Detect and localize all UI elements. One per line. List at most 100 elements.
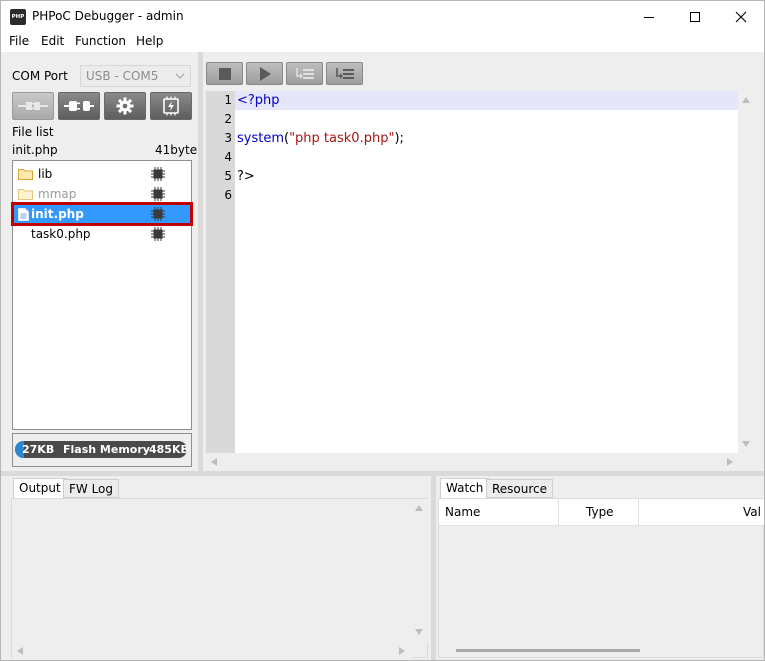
- code-token: system: [237, 131, 284, 146]
- scroll-right-icon[interactable]: [398, 646, 406, 656]
- column-header-type[interactable]: Type: [559, 499, 639, 525]
- flash-used: 27KB: [22, 443, 55, 456]
- chip-icon: [151, 187, 165, 201]
- horizontal-splitter[interactable]: [1, 471, 764, 476]
- code-token: "php task0.php": [289, 131, 395, 146]
- connect-button[interactable]: [12, 92, 54, 120]
- menu-edit[interactable]: Edit: [41, 34, 64, 48]
- code-line: ?>: [237, 167, 255, 186]
- tab-watch[interactable]: Watch: [440, 478, 490, 498]
- selected-file-name: init.php: [12, 143, 58, 157]
- code-token: ?>: [237, 169, 255, 184]
- tree-item-label: task0.php: [31, 227, 91, 241]
- tree-item-label: init.php: [31, 207, 84, 221]
- scroll-left-icon[interactable]: [16, 646, 24, 656]
- folder-icon: [18, 169, 33, 180]
- close-button[interactable]: [718, 1, 764, 32]
- menu-function[interactable]: Function: [75, 34, 126, 48]
- tree-item-mmap[interactable]: mmap: [13, 184, 191, 204]
- vertical-splitter[interactable]: [198, 52, 203, 471]
- stop-icon: [218, 67, 231, 80]
- line-number: 5: [224, 169, 232, 183]
- code-editor[interactable]: 1 2 3 4 5 6 <?php system("php task0.php")…: [206, 91, 738, 453]
- scroll-up-icon[interactable]: [414, 504, 424, 512]
- scroll-down-icon[interactable]: [414, 628, 424, 636]
- tab-resource[interactable]: Resource: [486, 479, 554, 498]
- minimize-button[interactable]: [626, 1, 672, 32]
- step-over-button[interactable]: [286, 62, 323, 85]
- menu-bar: File Edit Function Help: [1, 32, 764, 52]
- code-token: );: [394, 131, 404, 146]
- column-header-value[interactable]: Val: [639, 499, 764, 525]
- chip-icon: [151, 207, 165, 221]
- play-icon: [259, 66, 271, 81]
- title-bar[interactable]: PHP PHPoC Debugger - admin: [1, 1, 764, 32]
- flash-label: Flash Memory: [63, 443, 150, 456]
- tree-item-task0-php[interactable]: task0.php: [13, 224, 191, 244]
- maximize-button[interactable]: [672, 1, 718, 32]
- maximize-icon: [690, 11, 700, 22]
- output-horizontal-scrollbar[interactable]: [12, 642, 411, 658]
- line-number: 1: [224, 93, 232, 107]
- folder-icon: [18, 189, 33, 200]
- plug-connect-icon: [18, 102, 48, 110]
- current-line-highlight: [235, 91, 738, 110]
- com-port-label: COM Port: [12, 69, 68, 83]
- watch-scroll-thumb[interactable]: [456, 649, 640, 652]
- close-icon: [735, 11, 747, 22]
- left-panel: COM Port USB - COM5 File list init.php 4…: [1, 52, 198, 471]
- menu-file[interactable]: File: [9, 34, 29, 48]
- line-number: 2: [224, 112, 232, 126]
- step-over-icon: [295, 67, 314, 79]
- editor-horizontal-scrollbar[interactable]: [206, 453, 738, 470]
- step-into-icon: [335, 67, 354, 79]
- tree-item-label: lib: [38, 167, 53, 181]
- app-icon: PHP: [10, 9, 26, 25]
- com-port-select[interactable]: USB - COM5: [80, 65, 191, 87]
- minimize-icon: [644, 16, 654, 18]
- column-header-name[interactable]: Name: [439, 499, 559, 525]
- tab-output[interactable]: Output: [13, 478, 67, 498]
- scroll-left-icon[interactable]: [210, 457, 218, 467]
- line-number: 3: [224, 131, 232, 145]
- flash-memory-panel: 27KB Flash Memory 485KB: [12, 433, 192, 467]
- tree-item-lib[interactable]: lib: [13, 164, 191, 184]
- plug-disconnect-icon: [64, 101, 94, 111]
- bottom-splitter[interactable]: [431, 476, 436, 660]
- line-number: 6: [224, 188, 232, 202]
- code-token: <?php: [237, 93, 280, 108]
- reset-button[interactable]: [150, 92, 192, 120]
- scroll-down-icon[interactable]: [741, 440, 751, 448]
- scroll-up-icon[interactable]: [741, 96, 751, 104]
- output-vertical-scrollbar[interactable]: [411, 499, 428, 642]
- flash-free: 485KB: [149, 443, 187, 456]
- editor-vertical-scrollbar[interactable]: [738, 91, 755, 453]
- selected-file-size: 41byte: [155, 143, 198, 157]
- com-port-value: USB - COM5: [86, 69, 159, 83]
- line-number: 4: [224, 150, 232, 164]
- window-title: PHPoC Debugger - admin: [32, 9, 184, 23]
- file-icon: [18, 208, 29, 221]
- tab-fw-log[interactable]: FW Log: [63, 479, 120, 498]
- chip-power-icon: [163, 96, 179, 116]
- watch-panel: Name Type Val: [438, 498, 764, 658]
- header-divider: [439, 525, 763, 526]
- gear-icon: [116, 97, 134, 115]
- tree-item-init-php[interactable]: init.php: [11, 202, 193, 226]
- step-into-button[interactable]: [326, 62, 363, 85]
- scroll-right-icon[interactable]: [726, 457, 734, 467]
- disconnect-button[interactable]: [58, 92, 100, 120]
- code-line: system("php task0.php");: [237, 129, 404, 148]
- flash-memory-bar: 27KB Flash Memory 485KB: [15, 441, 187, 458]
- output-panel[interactable]: [11, 498, 428, 658]
- chip-icon: [151, 167, 165, 181]
- code-line: <?php: [237, 91, 280, 110]
- chevron-down-icon: [175, 66, 185, 92]
- menu-help[interactable]: Help: [136, 34, 163, 48]
- settings-button[interactable]: [104, 92, 146, 120]
- run-button[interactable]: [246, 62, 283, 85]
- file-tree[interactable]: lib mmap init.php task0.php: [11, 160, 193, 430]
- chip-icon: [151, 227, 165, 241]
- stop-button[interactable]: [206, 62, 243, 85]
- file-list-label: File list: [12, 125, 54, 139]
